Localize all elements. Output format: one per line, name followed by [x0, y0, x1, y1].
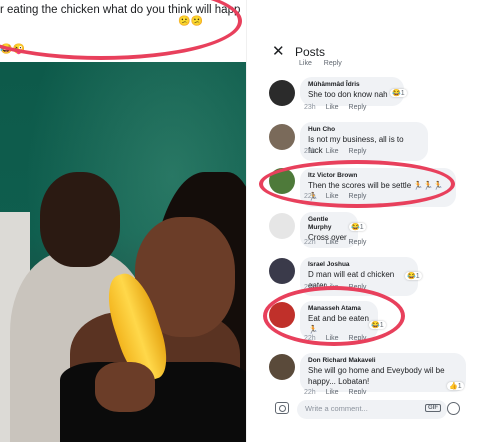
- like-link[interactable]: Like: [326, 148, 339, 155]
- close-icon[interactable]: ✕: [272, 44, 285, 59]
- comment-composer: Write a comment... GIF: [247, 394, 490, 442]
- photo-hand: [95, 362, 155, 412]
- avatar[interactable]: [269, 124, 295, 150]
- timestamp: 22h: [304, 239, 316, 246]
- like-link[interactable]: Like: [326, 104, 339, 111]
- comment-text: She will go home and Eveybody wil be hap…: [308, 365, 445, 386]
- comment-actions: 23h Like Reply: [304, 104, 376, 111]
- commenter-name[interactable]: Don Richard Makaveli: [308, 357, 458, 365]
- comment-actions: 22h Like Reply: [304, 148, 376, 155]
- shared-photo-panel: r eating the chicken what do you think w…: [0, 0, 246, 442]
- posts-header: ✕ Posts: [247, 0, 490, 64]
- like-link[interactable]: Like: [299, 60, 312, 67]
- avatar[interactable]: [269, 213, 295, 239]
- commenter-name[interactable]: Israel Joshua: [308, 261, 410, 269]
- avatar[interactable]: [269, 80, 295, 106]
- photo-man-head: [40, 172, 120, 267]
- reply-link[interactable]: Reply: [349, 239, 367, 246]
- gif-icon[interactable]: GIF: [425, 404, 441, 412]
- comments-panel: ✕ Posts Like Reply Mûhâmmâd Îdris She to…: [246, 0, 490, 442]
- comment-actions: 22h Like Reply: [304, 239, 376, 246]
- commenter-name[interactable]: Gentle Murphy: [308, 216, 350, 232]
- comment-text: She too don know nah: [308, 89, 388, 99]
- commenter-name[interactable]: Mûhâmmâd Îdris: [308, 81, 396, 89]
- comment-bubble: Hun Cho Is not my business, all is to fu…: [300, 122, 428, 162]
- reaction-badge[interactable]: 😂1: [390, 89, 407, 97]
- reaction-badge[interactable]: 😂1: [405, 272, 422, 280]
- reaction-badge[interactable]: 😂1: [349, 223, 366, 231]
- camera-icon[interactable]: [275, 402, 289, 414]
- reply-link[interactable]: Reply: [324, 60, 342, 67]
- reply-link[interactable]: Reply: [349, 104, 367, 111]
- reaction-badge[interactable]: 👍1: [447, 382, 464, 390]
- comment-bubble: Mûhâmmâd Îdris She too don know nah: [300, 77, 404, 106]
- timestamp: 22h: [304, 148, 316, 155]
- like-link[interactable]: Like: [326, 239, 339, 246]
- post-photo[interactable]: [0, 62, 246, 442]
- timestamp: 23h: [304, 104, 316, 111]
- reply-link[interactable]: Reply: [349, 148, 367, 155]
- page-title: Posts: [295, 45, 326, 59]
- red-highlight-oval: [259, 160, 455, 208]
- previous-comment-actions: Like Reply: [299, 60, 342, 67]
- avatar[interactable]: [269, 258, 295, 284]
- avatar[interactable]: [269, 354, 295, 380]
- emoji-icon[interactable]: [447, 402, 460, 415]
- commenter-name[interactable]: Hun Cho: [308, 126, 420, 134]
- comment-bubble: Don Richard Makaveli She will go home an…: [300, 353, 466, 393]
- red-highlight-oval: [263, 286, 405, 346]
